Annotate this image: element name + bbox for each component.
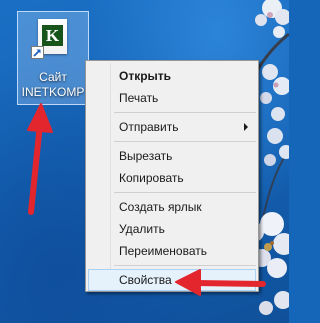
annotation-arrows: [27, 103, 266, 296]
desktop: K Сайт INETKOMP Открыть Печать Отправить…: [0, 0, 289, 323]
arrow-left-icon: [175, 269, 266, 296]
arrow-up-icon: [27, 103, 53, 215]
